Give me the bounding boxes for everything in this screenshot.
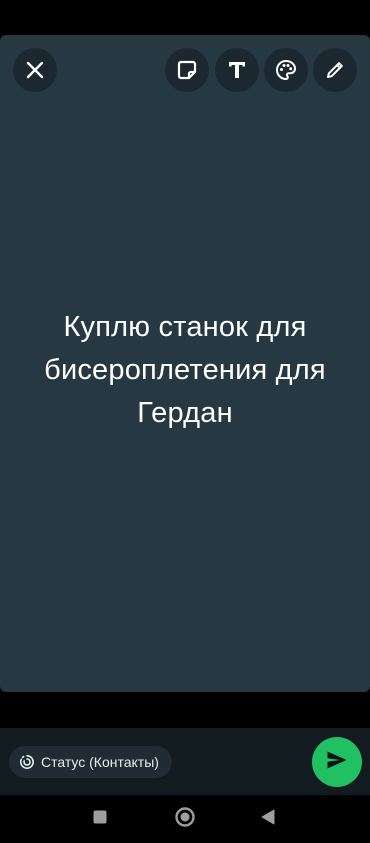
audience-label: Статус (Контакты): [41, 754, 159, 770]
send-icon: [326, 750, 348, 775]
recents-square-icon: [93, 810, 107, 829]
status-ring-icon: [19, 754, 35, 770]
text-icon: [227, 59, 247, 81]
pencil-icon: [324, 59, 346, 81]
back-button[interactable]: [244, 795, 292, 843]
status-text-line: Куплю станок для: [63, 311, 307, 343]
close-icon: [26, 61, 44, 79]
close-button[interactable]: [13, 48, 57, 92]
sticker-button[interactable]: [165, 48, 209, 92]
pencil-button[interactable]: [313, 48, 357, 92]
send-button[interactable]: [312, 737, 362, 787]
recents-button[interactable]: [76, 795, 124, 843]
status-text-line: Гердан: [137, 397, 233, 429]
sticker-icon: [176, 59, 198, 81]
palette-button[interactable]: [264, 48, 308, 92]
back-triangle-icon: [261, 809, 275, 830]
home-button[interactable]: [161, 795, 209, 843]
text-tool-button[interactable]: [215, 48, 259, 92]
status-text[interactable]: Куплю станок для бисероплетения для Герд…: [10, 306, 360, 435]
palette-icon: [275, 59, 297, 81]
audience-selector[interactable]: Статус (Контакты): [9, 746, 172, 778]
home-circle-icon: [174, 806, 196, 833]
status-text-line: бисероплетения для: [44, 354, 326, 386]
system-navigation-bar: [0, 795, 370, 843]
